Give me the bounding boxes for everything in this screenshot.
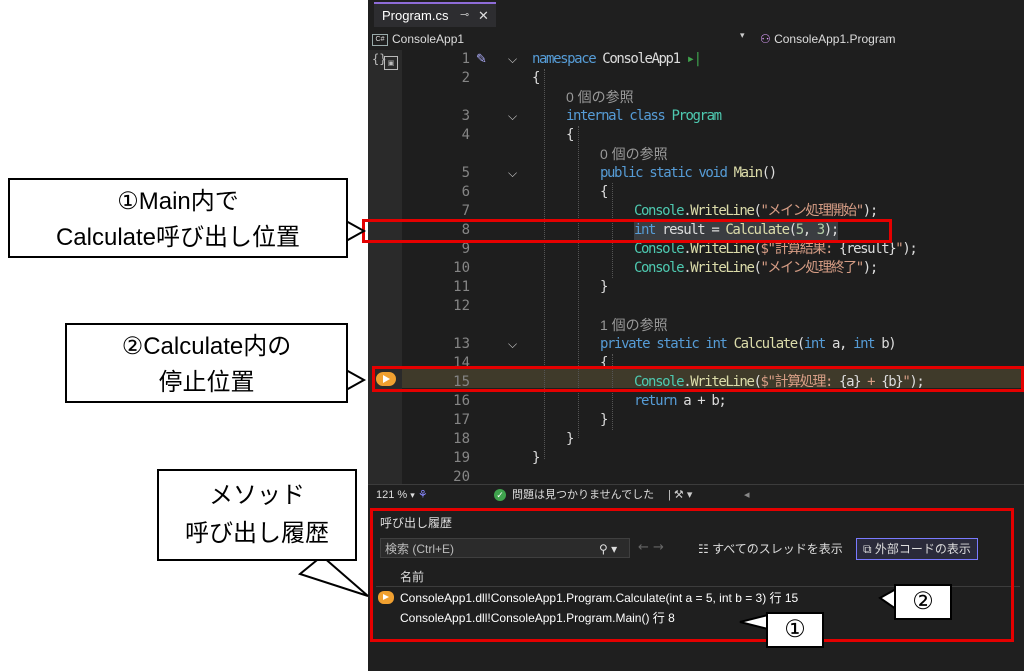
badge-frame-2: ② <box>894 584 952 620</box>
badge1-text: ② <box>912 588 934 615</box>
callout2-pointer <box>345 368 367 392</box>
callout2-line2: 停止位置 <box>158 369 255 396</box>
badge-frame-1: ① <box>766 612 824 648</box>
badge2-text: ① <box>784 616 806 643</box>
callout1-line1: ①Main内で <box>117 188 239 215</box>
callout-stop-position: ②Calculate内の 停止位置 <box>65 323 348 403</box>
callout3-line1: メソッド <box>209 482 305 509</box>
callout3-line2: 呼び出し履歴 <box>185 520 329 547</box>
callout1-pointer <box>345 219 367 243</box>
callout3-pointer <box>297 554 369 597</box>
callout2-line1: ②Calculate内の <box>121 333 292 360</box>
callout-main-call-site: ①Main内で Calculate呼び出し位置 <box>8 178 348 258</box>
badge1-pointer <box>739 613 769 631</box>
callout-call-history: メソッド 呼び出し履歴 <box>157 469 357 561</box>
callout1-line2: Calculate呼び出し位置 <box>55 224 301 251</box>
